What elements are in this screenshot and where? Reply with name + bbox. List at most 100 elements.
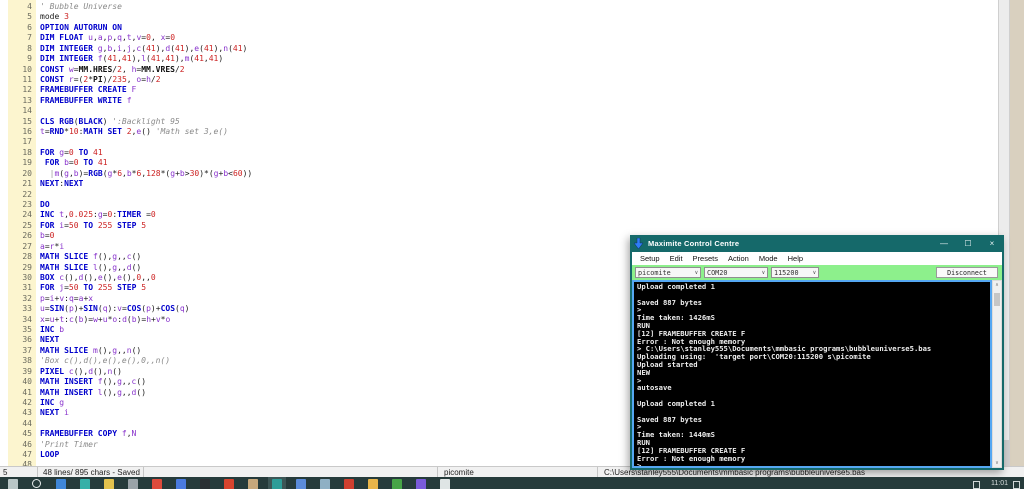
app-teal-icon[interactable] [80, 479, 90, 489]
disconnect-button[interactable]: Disconnect [936, 267, 998, 278]
code-line: 17 [0, 137, 998, 147]
menu-action[interactable]: Action [728, 254, 749, 263]
com-port-value: COM20 [707, 268, 728, 277]
folder-icon[interactable] [368, 479, 378, 489]
scroll-up-icon[interactable]: ∧ [993, 282, 1001, 288]
code-text: DIM FLOAT u,a,p,q,t,v=0, x=0 [40, 33, 176, 43]
line-number: 13 [22, 95, 32, 105]
terminal-scrollbar-thumb[interactable] [994, 293, 1000, 306]
line-number: 11 [22, 74, 32, 84]
line-number: 32 [22, 293, 32, 303]
line-number: 43 [22, 408, 32, 418]
taskbar-clock[interactable]: 11:01 [991, 480, 1008, 487]
line-number: 5 [27, 12, 32, 22]
app-chrome-icon[interactable] [152, 479, 162, 489]
line-number: 12 [22, 85, 32, 95]
code-text: FOR b=0 TO 41 [44, 158, 108, 168]
code-line: 12 FRAMEBUFFER CREATE F [0, 85, 998, 95]
terminal-line: Time taken: 1426mS [637, 313, 715, 323]
terminal-line: Saved 887 bytes [637, 414, 702, 424]
app-purple-icon[interactable] [416, 479, 426, 489]
app-green-icon[interactable] [392, 479, 402, 489]
menu-edit[interactable]: Edit [670, 254, 683, 263]
serial-terminal[interactable]: Upload completed 1 Saved 887 bytes > Time … [632, 280, 992, 468]
code-text: 'Box c(),d(),e(),e(),0,,n() [40, 356, 171, 366]
code-line: 10 CONST w=MM.HRES/2, h=MM.VRES/2 [0, 65, 998, 75]
app-edge-icon[interactable] [56, 479, 66, 489]
menu-presets[interactable]: Presets [693, 254, 718, 263]
chevron-down-icon: ∨ [694, 269, 698, 276]
line-number: 18 [22, 147, 32, 157]
app-tan-icon[interactable] [248, 479, 258, 489]
line-number: 23 [22, 199, 32, 209]
menu-setup[interactable]: Setup [640, 254, 660, 263]
app-slate-icon[interactable] [320, 479, 330, 489]
terminal-line: Saved 887 bytes [637, 297, 702, 307]
maximize-button[interactable]: ☐ [956, 235, 980, 252]
app-white-icon[interactable] [440, 479, 450, 489]
app-red2-icon[interactable] [344, 479, 354, 489]
code-line: 9 DIM INTEGER f(41,41),l(41,41),m(41,41) [0, 54, 998, 64]
close-button[interactable]: × [980, 235, 1004, 252]
line-number: 33 [22, 304, 32, 314]
code-line: 13 FRAMEBUFFER WRITE f [0, 96, 998, 106]
menu-help[interactable]: Help [788, 254, 803, 263]
code-text: FOR i=50 TO 255 STEP 5 [40, 220, 147, 230]
line-number: 28 [22, 252, 32, 262]
menu-mode[interactable]: Mode [759, 254, 778, 263]
app-red-icon[interactable] [224, 479, 234, 489]
code-line: 11 CONST r=(2*PI)/235, o=h/2 [0, 75, 998, 85]
code-text: ' Bubble Universe [40, 2, 122, 11]
window-title: Maximite Control Centre [648, 239, 740, 248]
line-number: 9 [27, 54, 32, 64]
scroll-down-icon[interactable]: ∨ [993, 460, 1001, 466]
device-select[interactable]: picomite ∨ [635, 267, 701, 278]
code-text: MATH SLICE l(),g,,d() [40, 262, 142, 272]
status-separator [597, 467, 598, 477]
code-text: p=i+v:q=a+x [40, 293, 94, 303]
line-number: 42 [22, 397, 32, 407]
app-terminal-icon[interactable] [200, 479, 210, 489]
baud-rate-select[interactable]: 115200 ∨ [771, 267, 819, 278]
code-text: t=RND*10:MATH SET 2,e() 'Math set 3,e() [40, 127, 228, 137]
line-number: 34 [22, 314, 32, 324]
code-text: CONST w=MM.HRES/2, h=MM.VRES/2 [40, 64, 185, 74]
code-line: 5 mode 3 [0, 12, 998, 22]
com-port-select[interactable]: COM20 ∨ [704, 267, 768, 278]
line-number: 17 [22, 137, 32, 147]
line-number: 25 [22, 220, 32, 230]
start-icon[interactable] [8, 479, 18, 489]
minimize-button[interactable]: — [932, 235, 956, 252]
code-text: a=r*i [40, 241, 65, 251]
code-text: NEXT [40, 335, 60, 345]
terminal-line: NEW [637, 367, 650, 377]
line-number: 20 [22, 168, 32, 178]
app-blue2-icon[interactable] [296, 479, 306, 489]
code-line: 18 FOR g=0 TO 41 [0, 148, 998, 158]
baud-rate-value: 115200 [774, 268, 799, 277]
code-text: DO [40, 199, 50, 209]
app-blue-icon[interactable] [176, 479, 186, 489]
window-title-bar[interactable]: Maximite Control Centre — ☐ × [630, 235, 1004, 252]
app-gray-icon[interactable] [128, 479, 138, 489]
app-mcc-icon[interactable] [272, 479, 282, 489]
show-desktop-icon[interactable] [1013, 481, 1020, 489]
code-text: LOOP [40, 450, 60, 460]
code-line: 4 ' Bubble Universe [0, 2, 998, 12]
line-number: 27 [22, 241, 32, 251]
code-line: 7 DIM FLOAT u,a,p,q,t,v=0, x=0 [0, 33, 998, 43]
line-number: 19 [22, 158, 32, 168]
code-line: 19 FOR b=0 TO 41 [0, 158, 998, 168]
chevron-down-icon: ∨ [812, 269, 816, 276]
line-number: 46 [22, 439, 32, 449]
terminal-scrollbar[interactable]: ∧ ∨ [992, 280, 1002, 468]
code-text: CLS RGB(BLACK) ':Backlight 95 [40, 116, 180, 126]
tray-icon[interactable] [973, 481, 980, 489]
line-number: 36 [22, 335, 32, 345]
line-number: 15 [22, 116, 32, 126]
search-icon[interactable] [32, 479, 41, 488]
code-text: INC g [40, 397, 65, 407]
code-text: CONST r=(2*PI)/235, o=h/2 [40, 74, 161, 84]
code-text: FOR j=50 TO 255 STEP 5 [40, 283, 147, 293]
app-yellow-icon[interactable] [104, 479, 114, 489]
